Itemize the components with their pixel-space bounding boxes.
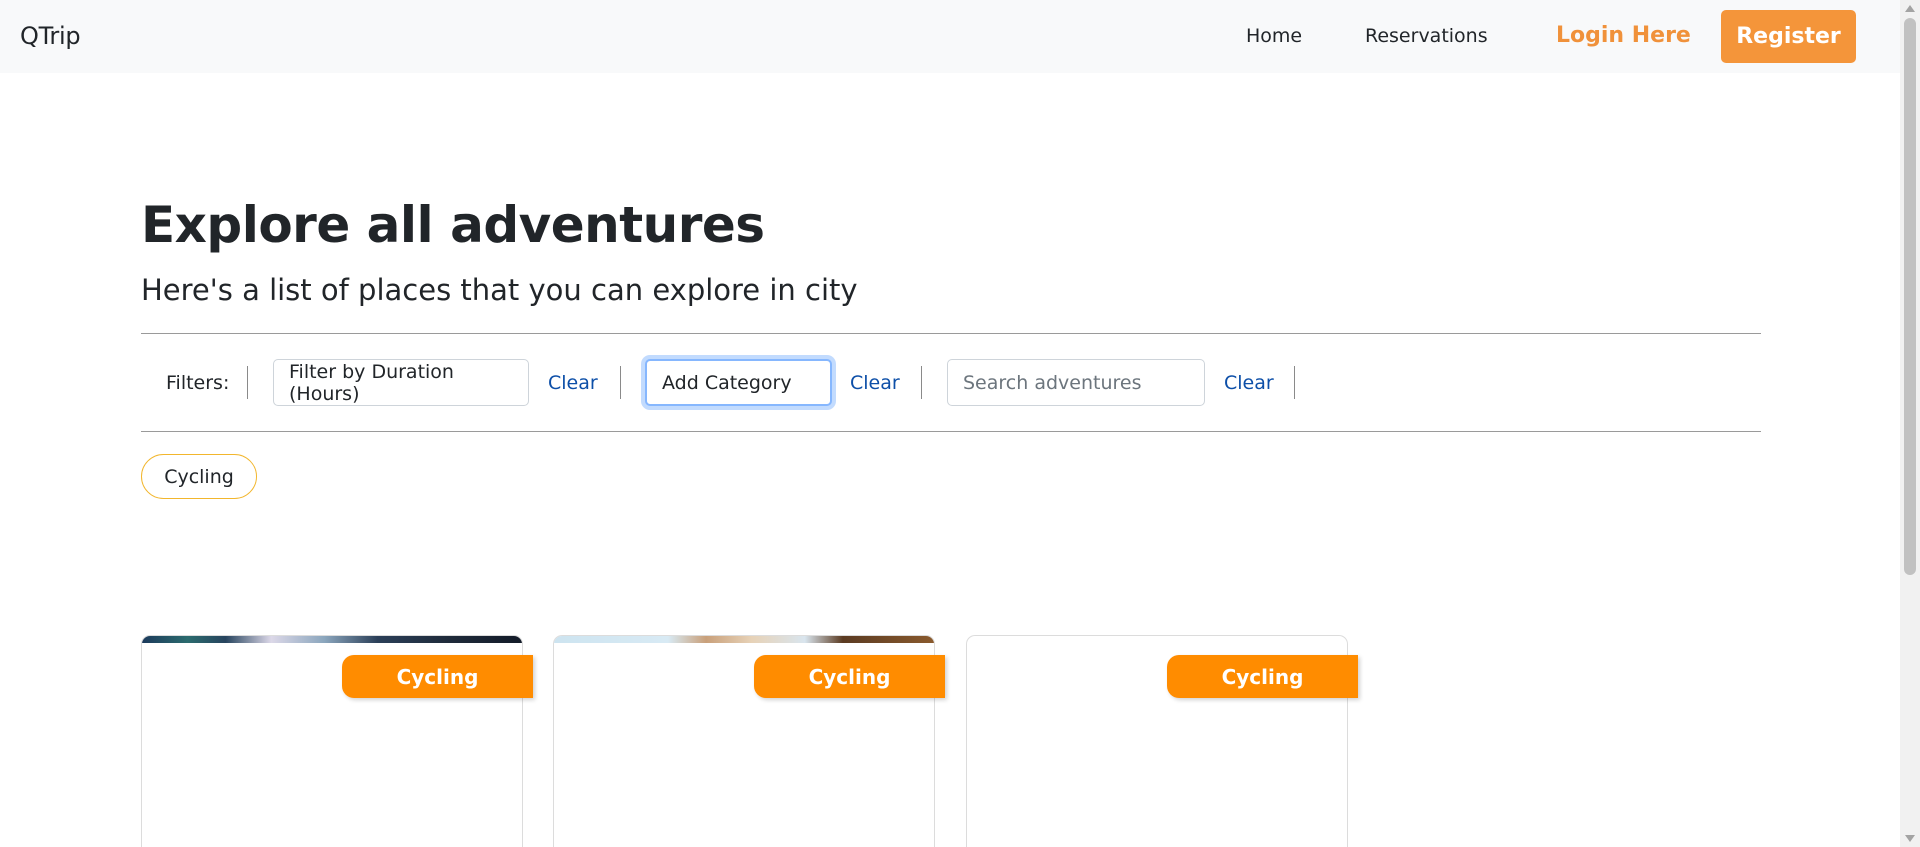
category-banner: Cycling <box>754 655 945 698</box>
nav-home-link[interactable]: Home <box>1246 25 1302 47</box>
category-pill-cycling[interactable]: Cycling <box>141 454 257 499</box>
page-subtitle: Here's a list of places that you can exp… <box>141 273 858 307</box>
register-button[interactable]: Register <box>1721 10 1856 63</box>
scroll-down-arrow-icon[interactable] <box>1905 835 1915 842</box>
search-input[interactable] <box>947 359 1205 406</box>
adventure-card-image <box>142 636 522 643</box>
duration-select[interactable]: Filter by Duration (Hours) <box>273 359 529 406</box>
login-link[interactable]: Login Here <box>1556 23 1691 48</box>
clear-duration-link[interactable]: Clear <box>548 372 598 394</box>
category-pill-label: Cycling <box>164 465 234 488</box>
scrollbar-thumb[interactable] <box>1904 18 1916 575</box>
filter-divider-bottom <box>141 431 1761 432</box>
vertical-scrollbar[interactable] <box>1900 0 1920 847</box>
adventure-card-image <box>967 636 1347 643</box>
page-title: Explore all adventures <box>141 196 765 254</box>
brand-logo[interactable]: QTrip <box>20 22 81 50</box>
filter-separator <box>247 366 248 399</box>
scroll-up-arrow-icon[interactable] <box>1905 5 1915 12</box>
navbar: QTrip Home Reservations Login Here Regis… <box>0 0 1900 73</box>
clear-search-link[interactable]: Clear <box>1224 372 1274 394</box>
nav-reservations-link[interactable]: Reservations <box>1365 25 1488 47</box>
filter-separator <box>620 366 621 399</box>
category-banner: Cycling <box>1167 655 1358 698</box>
filters-label: Filters: <box>166 372 230 394</box>
duration-select-value: Filter by Duration (Hours) <box>289 360 454 405</box>
page: QTrip Home Reservations Login Here Regis… <box>0 0 1920 847</box>
category-select[interactable]: Add Category <box>645 359 832 406</box>
category-select-value: Add Category <box>662 371 792 394</box>
filter-separator <box>1294 366 1295 399</box>
adventure-card-image <box>554 636 934 643</box>
category-banner: Cycling <box>342 655 533 698</box>
filter-separator <box>921 366 922 399</box>
filter-divider-top <box>141 333 1761 334</box>
clear-category-link[interactable]: Clear <box>850 372 900 394</box>
